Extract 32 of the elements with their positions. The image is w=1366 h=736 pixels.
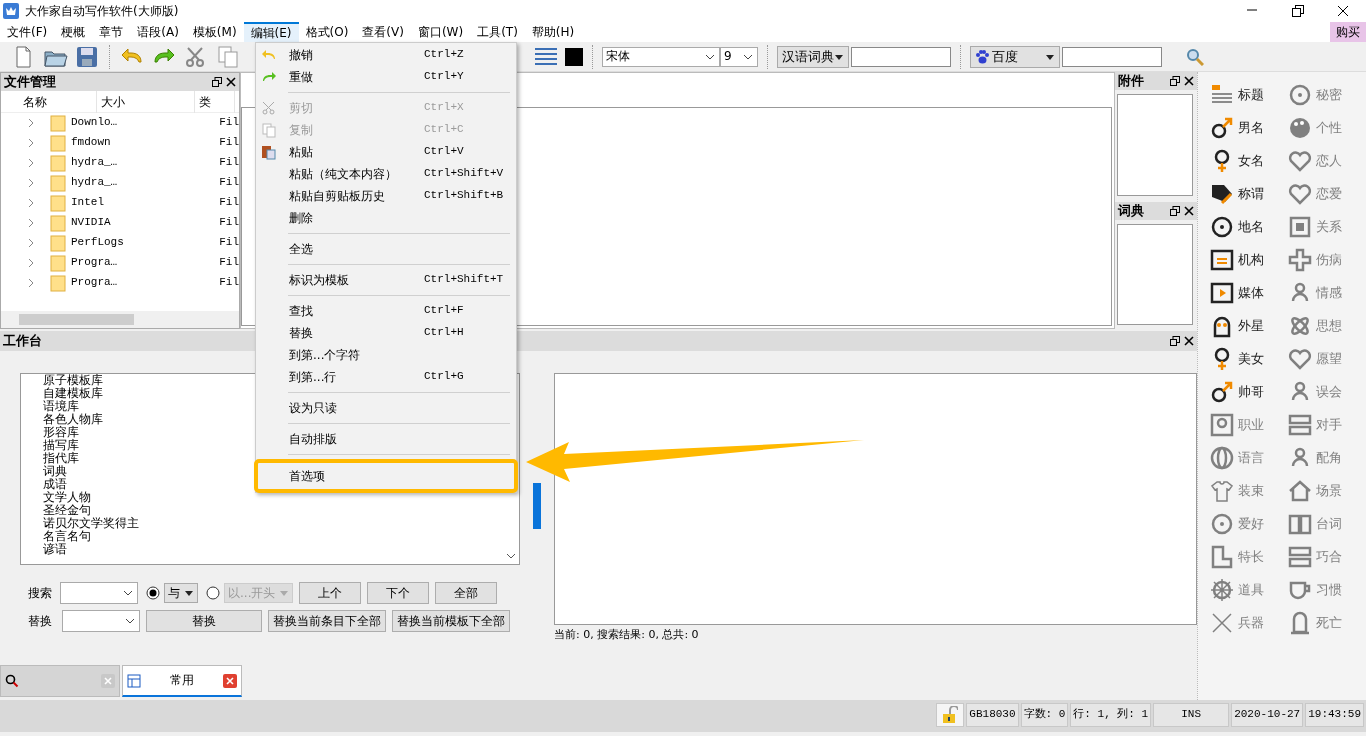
status-field: INS xyxy=(1153,703,1230,727)
file-name: hydra_… xyxy=(71,176,119,190)
status-field: GB18030 xyxy=(966,703,1019,727)
file-name: fmdown xyxy=(71,136,112,150)
panel-title: 文件管理 xyxy=(4,74,56,90)
file-type: Fil xyxy=(219,276,239,290)
field-label: 搜索 xyxy=(28,585,53,601)
status-field: 19:43:59 xyxy=(1305,703,1364,727)
panel-title: 工作台 xyxy=(3,333,42,349)
file-type: Fil xyxy=(219,176,239,190)
file-type: Fil xyxy=(219,256,239,270)
file-name: hydra_… xyxy=(71,156,119,170)
file-name: Intel xyxy=(71,196,105,210)
status-field: 2020-10-27 xyxy=(1231,703,1304,727)
file-type: Fil xyxy=(219,216,239,230)
results-summary: 当前: 0, 搜索结果: 0, 总共: 0 xyxy=(554,628,700,642)
panel-title: 词典 xyxy=(1118,202,1144,219)
file-type: Fil xyxy=(219,236,239,250)
file-name: PerfLogs xyxy=(71,236,125,250)
status-field: 字数: 0 xyxy=(1020,703,1069,727)
file-name: Progra… xyxy=(71,276,119,290)
file-name: Progra… xyxy=(71,256,119,270)
field-label: 替换 xyxy=(28,613,53,629)
file-type: Fil xyxy=(219,136,239,150)
file-name: Downlo… xyxy=(71,116,119,130)
panel-title: 附件 xyxy=(1118,73,1144,89)
file-type: Fil xyxy=(219,196,239,210)
file-type: Fil xyxy=(219,116,239,130)
window-title: 大作家自动写作软件(大师版) xyxy=(24,3,179,19)
file-name: NVIDIA xyxy=(71,216,112,230)
status-field: 行: 1, 列: 1 xyxy=(1070,703,1152,727)
file-type: Fil xyxy=(219,156,239,170)
